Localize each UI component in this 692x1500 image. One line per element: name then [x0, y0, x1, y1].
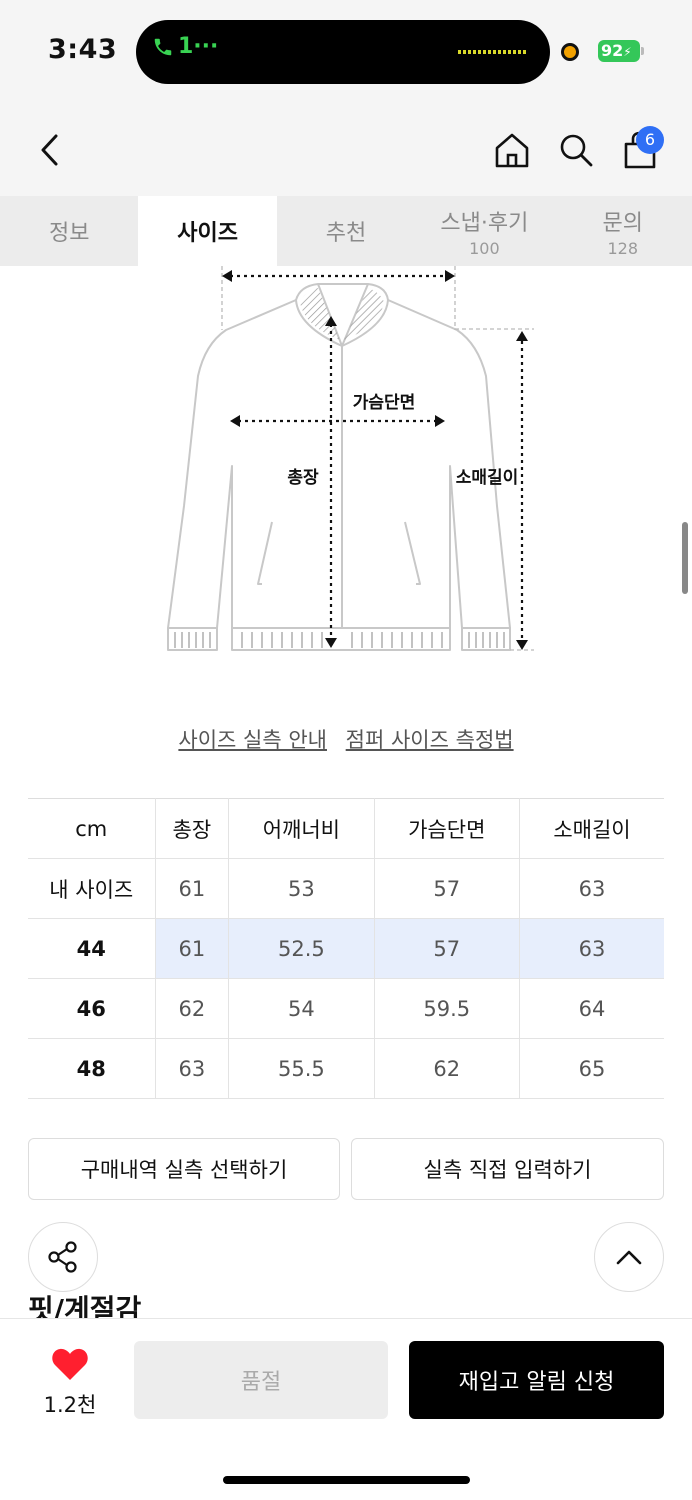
table-cell: 61: [154, 858, 229, 919]
table-cell: 52.5: [228, 918, 375, 979]
tab-recommend[interactable]: 추천: [277, 196, 415, 266]
table-cell: 61: [154, 918, 229, 979]
tab-inquiry[interactable]: 문의 128: [554, 196, 692, 266]
tab-label: 추천: [325, 221, 367, 246]
table-cell: 63: [154, 1038, 229, 1099]
total-length-label: 총장: [287, 468, 319, 488]
tab-label: 스냅·후기: [440, 210, 529, 236]
like-button[interactable]: 1.2천: [30, 1347, 110, 1419]
heart-icon: [52, 1348, 88, 1380]
home-button[interactable]: [490, 128, 534, 172]
search-icon: [560, 134, 593, 167]
sleeve-length-label: 소매길이: [456, 468, 519, 488]
scrollbar[interactable]: [682, 522, 688, 594]
tab-label: 사이즈: [177, 221, 238, 246]
share-button[interactable]: [28, 1222, 98, 1292]
table-header-cell: 가슴단면: [373, 798, 520, 859]
tab-info[interactable]: 정보: [0, 196, 138, 266]
table-cell: 48: [28, 1038, 155, 1099]
jacket-diagram-illustration: 가슴단면 총장 소매길이: [167, 266, 534, 651]
table-cell: 44: [28, 918, 155, 979]
table-row: 46 62 54 59.5 64: [28, 978, 664, 1039]
table-row: 44 61 52.5 57 63: [28, 918, 664, 979]
table-header-row: cm 총장 어깨너비 가슴단면 소매길이: [28, 798, 664, 859]
home-indicator[interactable]: [223, 1476, 470, 1484]
tab-label: 정보: [48, 221, 90, 246]
direct-measure-input-button[interactable]: 실측 직접 입력하기: [351, 1138, 664, 1200]
call-indicator: 1···: [152, 34, 218, 59]
dynamic-island[interactable]: 1···: [136, 20, 550, 84]
table-cell: 57: [373, 918, 520, 979]
mic-indicator-icon: [561, 43, 579, 61]
table-row: 내 사이즈 61 53 57 63: [28, 858, 664, 919]
audio-wave-icon: [458, 50, 528, 54]
bottom-action-bar: 1.2천 품절 재입고 알림 신청: [0, 1318, 692, 1500]
table-cell: 46: [28, 978, 155, 1039]
tab-count: 100: [469, 238, 500, 258]
table-cell: 54: [228, 978, 375, 1039]
tab-count: 128: [607, 238, 639, 258]
table-cell: 65: [518, 1038, 664, 1099]
call-label: 1···: [178, 34, 219, 59]
tab-bar: 정보 사이즈 추천 스냅·후기 100 문의 128: [0, 196, 692, 266]
chevron-left-icon: [41, 134, 58, 166]
like-count: 1.2천: [43, 1393, 97, 1417]
purchase-history-measure-button[interactable]: 구매내역 실측 선택하기: [28, 1138, 340, 1200]
table-row: 48 63 55.5 62 65: [28, 1038, 664, 1099]
battery-tip: [641, 47, 644, 55]
status-bar: 3:43 1··· 92⚡: [0, 0, 692, 100]
table-header-cell: cm: [28, 798, 155, 859]
battery-indicator: 92⚡: [598, 40, 640, 62]
soldout-button: 품절: [134, 1341, 388, 1419]
size-guide-links: 사이즈 실측 안내 점퍼 사이즈 측정법: [0, 724, 692, 754]
search-button[interactable]: [554, 128, 598, 172]
home-icon: [495, 133, 529, 168]
tab-label: 문의: [602, 210, 643, 236]
table-cell: 59.5: [373, 978, 520, 1039]
size-diagram: 가슴단면 총장 소매길이: [0, 266, 692, 686]
table-cell: 57: [373, 858, 520, 919]
scroll-to-top-button[interactable]: [594, 1222, 664, 1292]
tab-snap-review[interactable]: 스냅·후기 100: [415, 196, 553, 266]
table-cell: 62: [373, 1038, 520, 1099]
table-cell: 63: [518, 858, 664, 919]
top-header: [0, 100, 692, 196]
size-guide-link[interactable]: 사이즈 실측 안내: [178, 728, 327, 752]
table-header-cell: 어깨너비: [228, 798, 375, 859]
charging-icon: ⚡: [623, 45, 632, 59]
status-time: 3:43: [48, 34, 118, 65]
table-header-cell: 총장: [154, 798, 229, 859]
share-icon: [48, 1241, 77, 1273]
tab-size[interactable]: 사이즈: [138, 196, 277, 266]
table-cell: 62: [154, 978, 229, 1039]
table-header-cell: 소매길이: [518, 798, 664, 859]
phone-icon: [154, 38, 172, 55]
table-cell: 53: [228, 858, 375, 919]
back-button[interactable]: [30, 128, 70, 172]
cart-count-badge: 6: [636, 126, 664, 154]
table-cell: 63: [518, 918, 664, 979]
measure-guide-link[interactable]: 점퍼 사이즈 측정법: [346, 728, 514, 752]
table-cell: 내 사이즈: [28, 858, 155, 919]
chevron-up-icon: [616, 1250, 642, 1265]
table-cell: 64: [518, 978, 664, 1039]
restock-alert-button[interactable]: 재입고 알림 신청: [409, 1341, 664, 1419]
size-table: cm 총장 어깨너비 가슴단면 소매길이 내 사이즈 61 53 57 63 4…: [28, 798, 664, 1099]
table-cell: 55.5: [228, 1038, 375, 1099]
chest-width-label: 가슴단면: [353, 393, 416, 413]
